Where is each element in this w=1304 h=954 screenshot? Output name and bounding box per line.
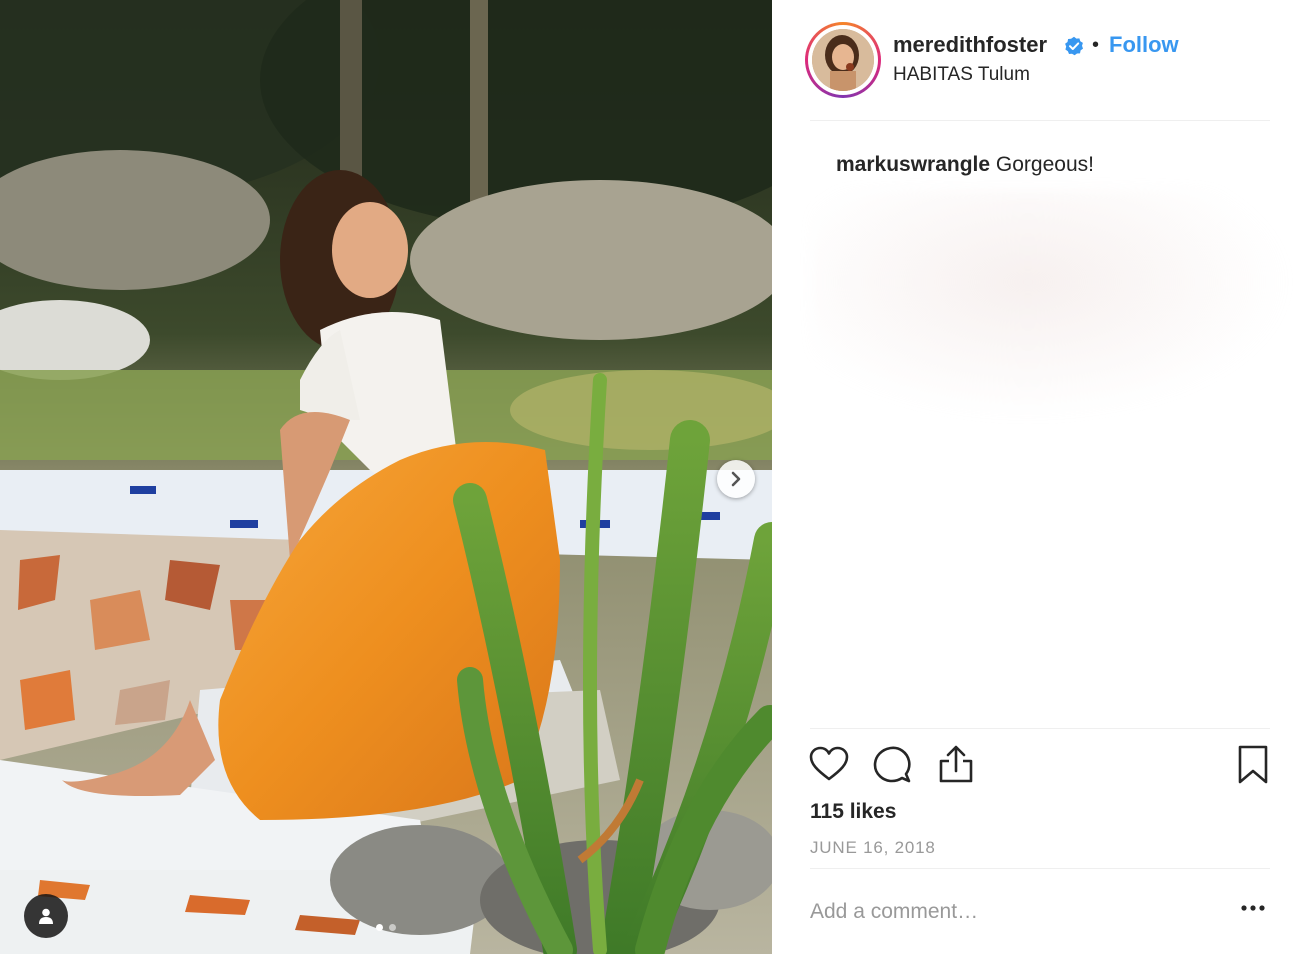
comment-username[interactable]: markuswrangle <box>836 153 990 176</box>
post-header: meredithfoster • Follow HABITAS Tulum <box>772 0 1304 120</box>
location-link[interactable]: HABITAS Tulum <box>893 64 1030 86</box>
add-comment-input[interactable] <box>810 900 1210 924</box>
likes-count[interactable]: 115 likes <box>810 800 896 824</box>
comment-bubble-icon[interactable] <box>873 745 911 783</box>
post-photo[interactable] <box>0 0 772 954</box>
header-divider <box>810 120 1270 121</box>
username[interactable]: meredithfoster <box>893 32 1047 58</box>
follow-button[interactable]: Follow <box>1109 32 1179 58</box>
comment-divider <box>810 868 1270 869</box>
chevron-right-icon <box>731 471 741 487</box>
carousel-dot-active <box>376 924 383 931</box>
post-details-panel: meredithfoster • Follow HABITAS Tulum ma… <box>772 0 1304 954</box>
avatar-portrait <box>812 29 874 91</box>
carousel-dot <box>389 924 396 931</box>
next-slide-button[interactable] <box>717 460 755 498</box>
avatar[interactable] <box>805 22 881 98</box>
action-bar <box>772 738 1304 792</box>
heart-icon[interactable] <box>809 746 849 782</box>
hidden-comments-region <box>812 190 1292 420</box>
user-tag-icon <box>39 908 53 924</box>
actions-divider <box>810 728 1270 729</box>
share-icon[interactable] <box>938 744 974 784</box>
separator-bullet: • <box>1092 34 1100 56</box>
photo-scene <box>0 0 772 954</box>
bookmark-icon[interactable] <box>1237 745 1269 785</box>
comment-text: Gorgeous! <box>995 153 1094 176</box>
verified-badge-icon <box>1065 36 1083 56</box>
user-tags-button[interactable] <box>24 894 68 938</box>
carousel-indicator <box>376 924 396 931</box>
avatar-border <box>808 25 878 95</box>
more-options-icon[interactable] <box>1240 904 1266 912</box>
post-date: JUNE 16, 2018 <box>810 838 936 857</box>
comment-item: markuswrangle Gorgeous! <box>836 153 1094 177</box>
avatar-image <box>812 29 874 91</box>
